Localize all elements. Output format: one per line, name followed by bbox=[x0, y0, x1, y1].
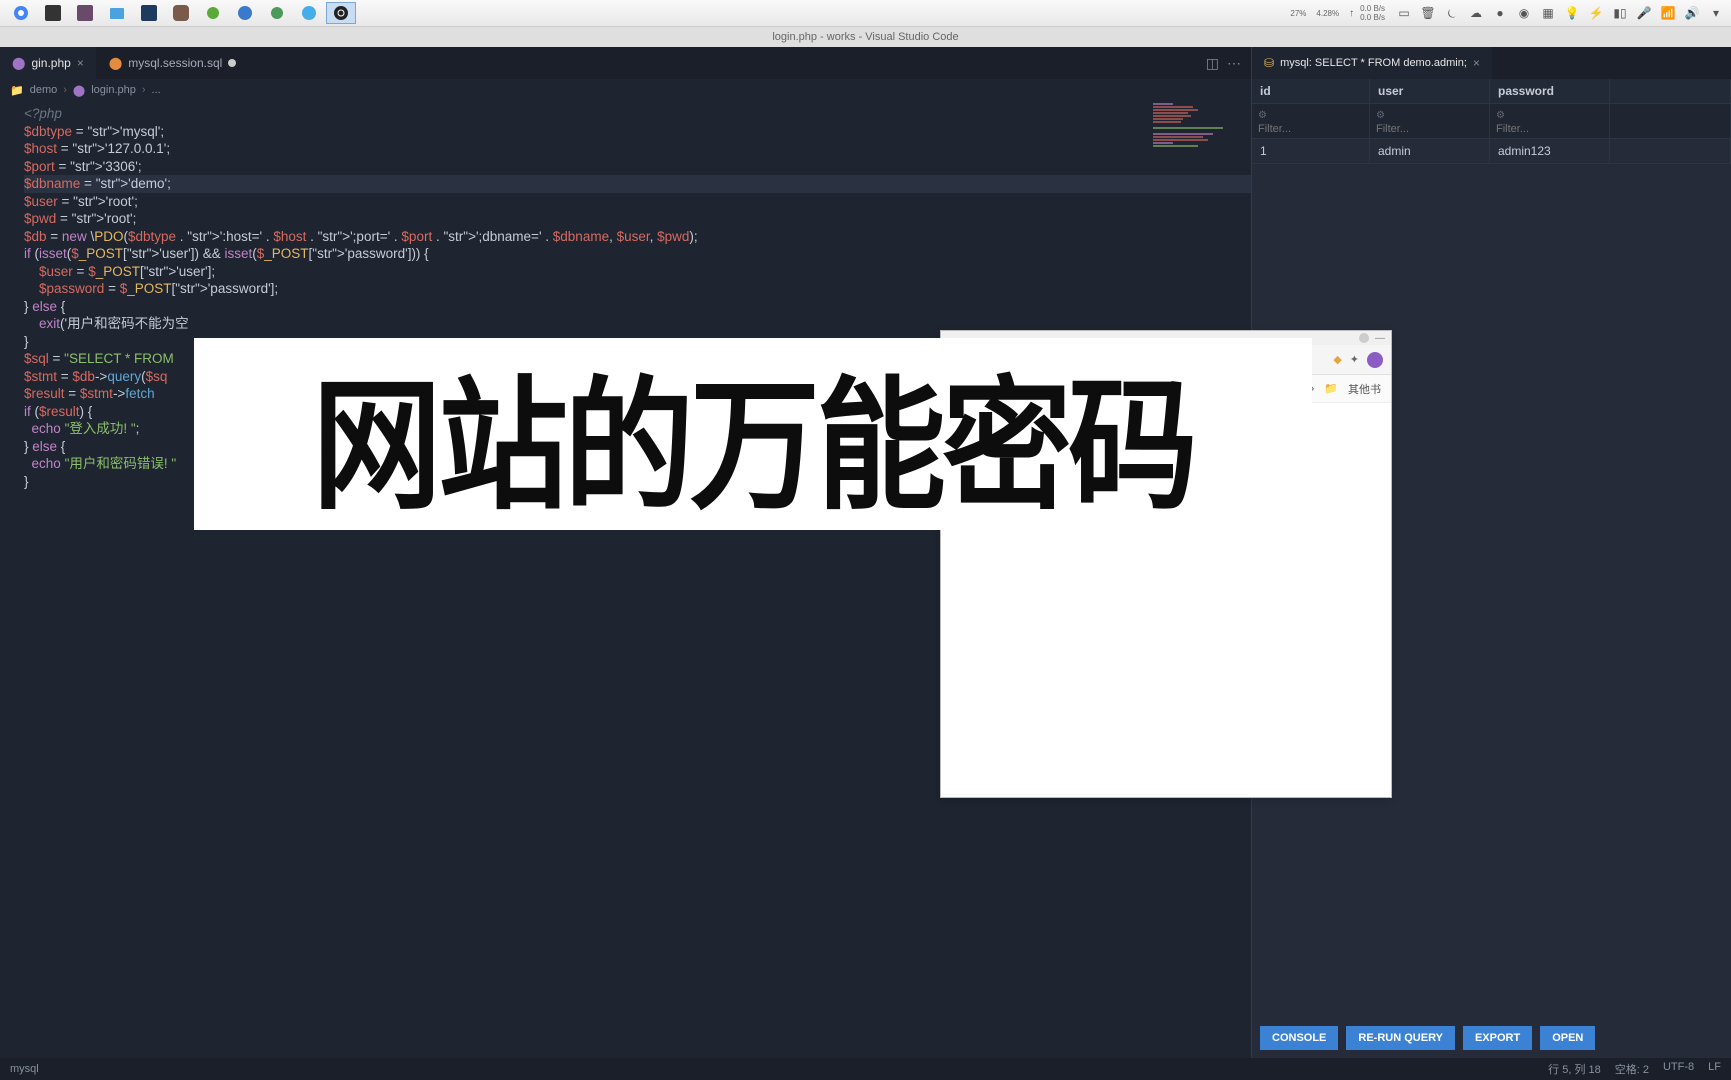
app-green1-icon[interactable] bbox=[198, 2, 228, 24]
tray-cloud-icon[interactable]: ☁ bbox=[1467, 4, 1485, 22]
open-button[interactable]: OPEN bbox=[1540, 1026, 1595, 1050]
app-blue-icon[interactable] bbox=[230, 2, 260, 24]
status-eol[interactable]: LF bbox=[1708, 1061, 1721, 1077]
tray-volume-icon[interactable]: 🔊 bbox=[1683, 4, 1701, 22]
tray-battery-icon[interactable]: ▮▯ bbox=[1611, 4, 1629, 22]
chevron-right-icon: › bbox=[63, 84, 67, 96]
tray-trash-icon[interactable]: 🗑 bbox=[1419, 4, 1437, 22]
folder-icon: 📁 bbox=[10, 84, 24, 97]
column-id[interactable]: id bbox=[1252, 79, 1370, 104]
app-chrome-icon[interactable] bbox=[6, 2, 36, 24]
tab-login-php[interactable]: ⬤ gin.php × bbox=[0, 47, 97, 79]
filter-icon: ⚙ bbox=[1258, 110, 1267, 121]
network-stats-mem: 4.28% bbox=[1316, 9, 1339, 18]
editor-tabs: ⬤ gin.php × ⬤ mysql.session.sql ◫ ⋯ bbox=[0, 47, 1251, 79]
filter-password-input[interactable] bbox=[1496, 123, 1603, 135]
overlay-text: 网站的万能密码 bbox=[312, 331, 1194, 538]
folder-icon: 📁 bbox=[1324, 382, 1338, 395]
crumb-file[interactable]: login.php bbox=[91, 84, 136, 96]
tray-clip-icon[interactable]: ▦ bbox=[1539, 4, 1557, 22]
database-icon: ⛁ bbox=[1264, 56, 1274, 70]
rerun-query-button[interactable]: RE-RUN QUERY bbox=[1346, 1026, 1455, 1050]
table-row[interactable]: 1 admin admin123 bbox=[1252, 139, 1731, 164]
status-spaces[interactable]: 空格: 2 bbox=[1615, 1061, 1649, 1077]
app-green2-icon[interactable] bbox=[262, 2, 292, 24]
tray-obs-icon[interactable]: ◉ bbox=[1515, 4, 1533, 22]
export-button[interactable]: EXPORT bbox=[1463, 1026, 1532, 1050]
title-overlay: 网站的万能密码 bbox=[194, 338, 1312, 530]
app-obs-icon[interactable] bbox=[326, 2, 356, 24]
minimize-icon[interactable]: — bbox=[1375, 333, 1385, 344]
php-file-icon: ⬤ bbox=[12, 56, 25, 70]
extension-icon[interactable]: ◆ bbox=[1333, 353, 1341, 366]
tray-dropdown-icon[interactable]: ▾ bbox=[1707, 4, 1725, 22]
status-encoding[interactable]: UTF-8 bbox=[1663, 1061, 1694, 1077]
network-speed: 0.0 B/s 0.0 B/s bbox=[1360, 4, 1385, 22]
tab-label: mysql: SELECT * FROM demo.admin; bbox=[1280, 57, 1467, 69]
query-actions: CONSOLE RE-RUN QUERY EXPORT OPEN bbox=[1252, 1018, 1731, 1058]
app-purple-icon[interactable] bbox=[70, 2, 100, 24]
filter-icon: ⚙ bbox=[1496, 110, 1505, 121]
avatar-icon[interactable] bbox=[1359, 333, 1369, 343]
split-editor-icon[interactable]: ◫ bbox=[1206, 55, 1219, 72]
chevron-right-icon: › bbox=[142, 84, 146, 96]
tray-dnd-icon[interactable]: ⏾ bbox=[1443, 4, 1461, 22]
window-title: login.php - works - Visual Studio Code bbox=[0, 27, 1731, 47]
tray-screen-icon[interactable]: ▭ bbox=[1395, 4, 1413, 22]
filter-user-input[interactable] bbox=[1376, 123, 1483, 135]
php-file-icon: ⬤ bbox=[73, 84, 85, 97]
tray-bulb-icon[interactable]: 💡 bbox=[1563, 4, 1581, 22]
sql-file-icon: ⬤ bbox=[109, 56, 122, 70]
app-files-icon[interactable] bbox=[102, 2, 132, 24]
system-taskbar: 27% 4.28% ↑ 0.0 B/s 0.0 B/s ▭ 🗑 ⏾ ☁ ● ◉ … bbox=[0, 0, 1731, 27]
tray-plug-icon[interactable]: ⚡ bbox=[1587, 4, 1605, 22]
crumb-symbol[interactable]: ... bbox=[152, 84, 161, 96]
tab-label: mysql.session.sql bbox=[128, 56, 222, 70]
more-actions-icon[interactable]: ⋯ bbox=[1227, 55, 1241, 72]
minimap[interactable] bbox=[1153, 103, 1233, 283]
extensions-puzzle-icon[interactable]: ✦ bbox=[1350, 353, 1359, 366]
crumb-demo[interactable]: demo bbox=[30, 84, 58, 96]
dirty-indicator-icon bbox=[228, 59, 236, 67]
status-bar: mysql 行 5, 列 18 空格: 2 UTF-8 LF bbox=[0, 1058, 1731, 1080]
status-cursor[interactable]: 行 5, 列 18 bbox=[1548, 1061, 1601, 1077]
tray-mic-icon[interactable]: 🎤 bbox=[1635, 4, 1653, 22]
network-stats: 27% bbox=[1290, 9, 1306, 18]
breadcrumb[interactable]: 📁 demo › ⬤ login.php › ... bbox=[0, 79, 1251, 101]
profile-avatar-icon[interactable] bbox=[1367, 352, 1383, 368]
close-icon[interactable]: × bbox=[1473, 56, 1480, 70]
tab-query-result[interactable]: ⛁ mysql: SELECT * FROM demo.admin; × bbox=[1252, 47, 1493, 79]
status-lang[interactable]: mysql bbox=[10, 1063, 39, 1075]
app-brown-icon[interactable] bbox=[166, 2, 196, 24]
tray-wifi-icon[interactable]: 📶 bbox=[1659, 4, 1677, 22]
tab-label: gin.php bbox=[31, 56, 70, 70]
close-icon[interactable]: × bbox=[77, 56, 84, 70]
column-extra bbox=[1610, 79, 1731, 104]
console-button[interactable]: CONSOLE bbox=[1260, 1026, 1338, 1050]
column-password[interactable]: password bbox=[1490, 79, 1610, 104]
cell-id: 1 bbox=[1252, 139, 1370, 164]
app-dark-icon[interactable] bbox=[134, 2, 164, 24]
filter-id-input[interactable] bbox=[1258, 123, 1363, 135]
filter-icon: ⚙ bbox=[1376, 110, 1385, 121]
app-safari-icon[interactable] bbox=[294, 2, 324, 24]
tray-green-icon[interactable]: ● bbox=[1491, 4, 1509, 22]
results-table: id user password ⚙ ⚙ ⚙ 1 admin admin123 bbox=[1252, 79, 1731, 164]
cell-user: admin bbox=[1370, 139, 1490, 164]
cell-password: admin123 bbox=[1490, 139, 1610, 164]
net-arrow-up-icon: ↑ bbox=[1349, 8, 1354, 19]
column-user[interactable]: user bbox=[1370, 79, 1490, 104]
bookmarks-folder[interactable]: 其他书 bbox=[1348, 381, 1381, 397]
app-terminal-icon[interactable] bbox=[38, 2, 68, 24]
tab-mysql-session[interactable]: ⬤ mysql.session.sql bbox=[97, 47, 249, 79]
